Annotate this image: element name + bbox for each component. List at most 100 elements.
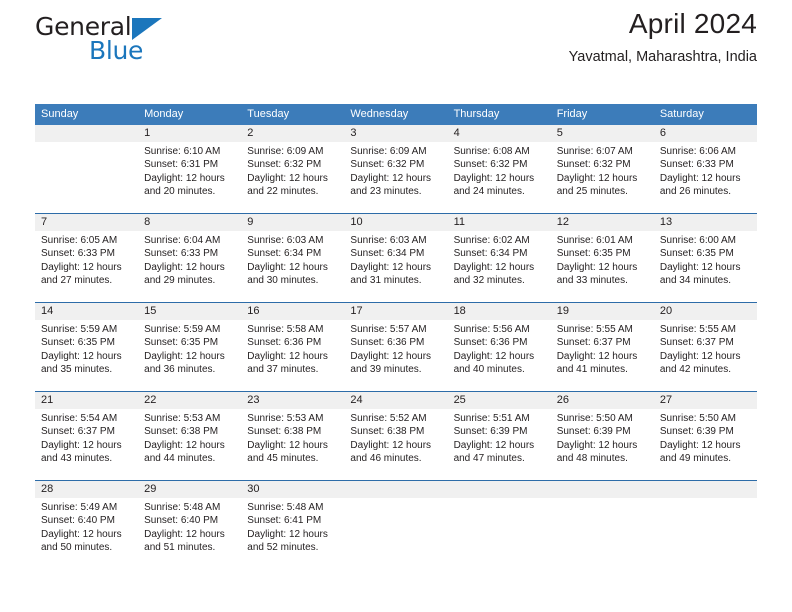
day-number-16[interactable]: 16 xyxy=(241,303,344,320)
day-cell-15[interactable]: Sunrise: 5:59 AM Sunset: 6:35 PM Daylight:… xyxy=(138,320,241,391)
day-detail-line: Sunrise: 5:55 AM xyxy=(556,324,633,335)
day-number-2[interactable]: 2 xyxy=(241,125,344,142)
day-cell-27[interactable]: Sunrise: 5:50 AM Sunset: 6:39 PM Daylight:… xyxy=(654,409,757,480)
day-number-26[interactable]: 26 xyxy=(551,392,654,409)
day-cell-22[interactable]: Sunrise: 5:53 AM Sunset: 6:38 PM Daylight:… xyxy=(138,409,241,480)
day-detail-line: Sunset: 6:32 PM xyxy=(453,159,528,171)
day-number-28[interactable]: 28 xyxy=(35,481,138,498)
weekday-header-wednesday: Wednesday xyxy=(350,108,409,120)
day-number-29[interactable]: 29 xyxy=(138,481,241,498)
day-cell-26[interactable]: Sunrise: 5:50 AM Sunset: 6:39 PM Daylight:… xyxy=(551,409,654,480)
day-cell-25[interactable]: Sunrise: 5:51 AM Sunset: 6:39 PM Daylight:… xyxy=(448,409,551,480)
day-cell-5[interactable]: Sunrise: 6:07 AM Sunset: 6:32 PM Daylight:… xyxy=(551,142,654,213)
day-cell-28[interactable]: Sunrise: 5:49 AM Sunset: 6:40 PM Daylight:… xyxy=(35,498,138,569)
day-number-10[interactable]: 10 xyxy=(344,214,447,231)
day-detail-line: Sunrise: 5:48 AM xyxy=(144,502,221,513)
day-cell-20[interactable]: Sunrise: 5:55 AM Sunset: 6:37 PM Daylight:… xyxy=(654,320,757,391)
day-number-27[interactable]: 27 xyxy=(654,392,757,409)
day-detail-line: Sunrise: 6:04 AM xyxy=(144,235,221,246)
day-number-18[interactable]: 18 xyxy=(448,303,551,320)
day-detail-line: Sunset: 6:34 PM xyxy=(350,248,425,260)
day-number-3[interactable]: 3 xyxy=(344,125,447,142)
day-number-4[interactable]: 4 xyxy=(448,125,551,142)
day-number-1[interactable]: 1 xyxy=(138,125,241,142)
day-number-19[interactable]: 19 xyxy=(551,303,654,320)
day-cell-8[interactable]: Sunrise: 6:04 AM Sunset: 6:33 PM Daylight:… xyxy=(138,231,241,302)
day-cell-1[interactable]: Sunrise: 6:10 AM Sunset: 6:31 PM Daylight:… xyxy=(138,142,241,213)
day-detail-line: Sunrise: 6:03 AM xyxy=(247,235,324,246)
day-detail-line: Daylight: 12 hours xyxy=(453,261,535,273)
day-number-6[interactable]: 6 xyxy=(654,125,757,142)
day-detail-line: Daylight: 12 hours xyxy=(350,439,432,451)
day-cell-2[interactable]: Sunrise: 6:09 AM Sunset: 6:32 PM Daylight:… xyxy=(241,142,344,213)
day-cell-4[interactable]: Sunrise: 6:08 AM Sunset: 6:32 PM Daylight:… xyxy=(448,142,551,213)
day-number-22[interactable]: 22 xyxy=(138,392,241,409)
day-number-5[interactable]: 5 xyxy=(551,125,654,142)
day-cell-9[interactable]: Sunrise: 6:03 AM Sunset: 6:34 PM Daylight:… xyxy=(241,231,344,302)
day-cell-29[interactable]: Sunrise: 5:48 AM Sunset: 6:40 PM Daylight:… xyxy=(138,498,241,569)
day-number-25[interactable]: 25 xyxy=(448,392,551,409)
day-detail-line: and 20 minutes. xyxy=(144,186,216,198)
day-number-7[interactable]: 7 xyxy=(35,214,138,231)
day-number-24[interactable]: 24 xyxy=(344,392,447,409)
day-cell-16[interactable]: Sunrise: 5:58 AM Sunset: 6:36 PM Daylight:… xyxy=(241,320,344,391)
calendar-week-row: 7 8 9 10 11 12 13 Sunrise: 6:05 AM Sunset: 6:33 … xyxy=(35,213,757,302)
day-cell-21[interactable]: Sunrise: 5:54 AM Sunset: 6:37 PM Daylight:… xyxy=(35,409,138,480)
day-number-23[interactable]: 23 xyxy=(241,392,344,409)
title-block: April 2024 Yavatmal, Maharashtra, India xyxy=(569,6,757,68)
day-cell-30[interactable]: Sunrise: 5:48 AM Sunset: 6:41 PM Daylight:… xyxy=(241,498,344,569)
day-detail-line: Sunrise: 6:01 AM xyxy=(556,235,633,246)
day-detail-line: Daylight: 12 hours xyxy=(350,350,432,362)
day-cell-12[interactable]: Sunrise: 6:01 AM Sunset: 6:35 PM Daylight:… xyxy=(551,231,654,302)
day-cell-11[interactable]: Sunrise: 6:02 AM Sunset: 6:34 PM Daylight:… xyxy=(448,231,551,302)
day-cell-7[interactable]: Sunrise: 6:05 AM Sunset: 6:33 PM Daylight:… xyxy=(35,231,138,302)
day-number-17[interactable]: 17 xyxy=(344,303,447,320)
day-cell-14[interactable]: Sunrise: 5:59 AM Sunset: 6:35 PM Daylight:… xyxy=(35,320,138,391)
day-detail-line: Sunset: 6:33 PM xyxy=(144,248,219,260)
calendar-grid: Sunday Monday Tuesday Wednesday Thursday Frid… xyxy=(35,104,757,569)
day-detail-line: Sunrise: 5:53 AM xyxy=(144,413,221,424)
day-detail-line: Sunrise: 5:55 AM xyxy=(659,324,736,335)
day-number-14[interactable]: 14 xyxy=(35,303,138,320)
calendar-week-row: 14 15 16 17 18 19 20 Sunrise: 5:59 AM Sunset: 6:… xyxy=(35,302,757,391)
day-cell-23[interactable]: Sunrise: 5:53 AM Sunset: 6:38 PM Daylight:… xyxy=(241,409,344,480)
day-cell-13[interactable]: Sunrise: 6:00 AM Sunset: 6:35 PM Daylight:… xyxy=(654,231,757,302)
day-detail-line: Daylight: 12 hours xyxy=(144,172,225,184)
day-number-12[interactable]: 12 xyxy=(551,214,654,231)
day-cell-10[interactable]: Sunrise: 6:03 AM Sunset: 6:34 PM Daylight:… xyxy=(344,231,447,302)
day-detail-line: Sunset: 6:31 PM xyxy=(144,159,219,171)
day-detail-line: Daylight: 12 hours xyxy=(247,261,328,273)
day-detail-line: Daylight: 12 hours xyxy=(144,528,225,540)
day-detail-band: Sunrise: 5:49 AM Sunset: 6:40 PM Daylight:… xyxy=(35,498,757,569)
day-detail-line: Daylight: 12 hours xyxy=(659,439,741,451)
day-number-20[interactable]: 20 xyxy=(654,303,757,320)
day-number-band: 14 15 16 17 18 19 20 xyxy=(35,303,757,320)
day-number-empty xyxy=(35,125,138,142)
day-detail-line: and 34 minutes. xyxy=(659,275,732,287)
day-detail-line: and 36 minutes. xyxy=(144,364,216,376)
day-detail-line: and 40 minutes. xyxy=(453,364,525,376)
day-detail-line: Sunset: 6:32 PM xyxy=(247,159,322,171)
day-detail-line: and 33 minutes. xyxy=(556,275,628,287)
day-detail-line: and 29 minutes. xyxy=(144,275,216,287)
day-detail-line: Sunrise: 5:59 AM xyxy=(41,324,118,335)
day-detail-line: Daylight: 12 hours xyxy=(41,528,122,540)
day-number-13[interactable]: 13 xyxy=(654,214,757,231)
day-cell-19[interactable]: Sunrise: 5:55 AM Sunset: 6:37 PM Daylight:… xyxy=(551,320,654,391)
day-cell-6[interactable]: Sunrise: 6:06 AM Sunset: 6:33 PM Daylight:… xyxy=(654,142,757,213)
day-number-30[interactable]: 30 xyxy=(241,481,344,498)
generalblue-logo[interactable]: General Blue xyxy=(35,12,265,68)
day-cell-17[interactable]: Sunrise: 5:57 AM Sunset: 6:36 PM Daylight:… xyxy=(344,320,447,391)
day-number-21[interactable]: 21 xyxy=(35,392,138,409)
day-number-8[interactable]: 8 xyxy=(138,214,241,231)
day-cell-24[interactable]: Sunrise: 5:52 AM Sunset: 6:38 PM Daylight:… xyxy=(344,409,447,480)
day-detail-line: Sunrise: 5:49 AM xyxy=(41,502,118,513)
day-number-empty xyxy=(448,481,551,498)
day-detail-line: Sunrise: 6:02 AM xyxy=(453,235,530,246)
day-cell-3[interactable]: Sunrise: 6:09 AM Sunset: 6:32 PM Daylight:… xyxy=(344,142,447,213)
day-cell-18[interactable]: Sunrise: 5:56 AM Sunset: 6:36 PM Daylight:… xyxy=(448,320,551,391)
day-detail-line: Sunset: 6:41 PM xyxy=(247,515,322,527)
day-number-15[interactable]: 15 xyxy=(138,303,241,320)
day-number-9[interactable]: 9 xyxy=(241,214,344,231)
day-number-11[interactable]: 11 xyxy=(448,214,551,231)
